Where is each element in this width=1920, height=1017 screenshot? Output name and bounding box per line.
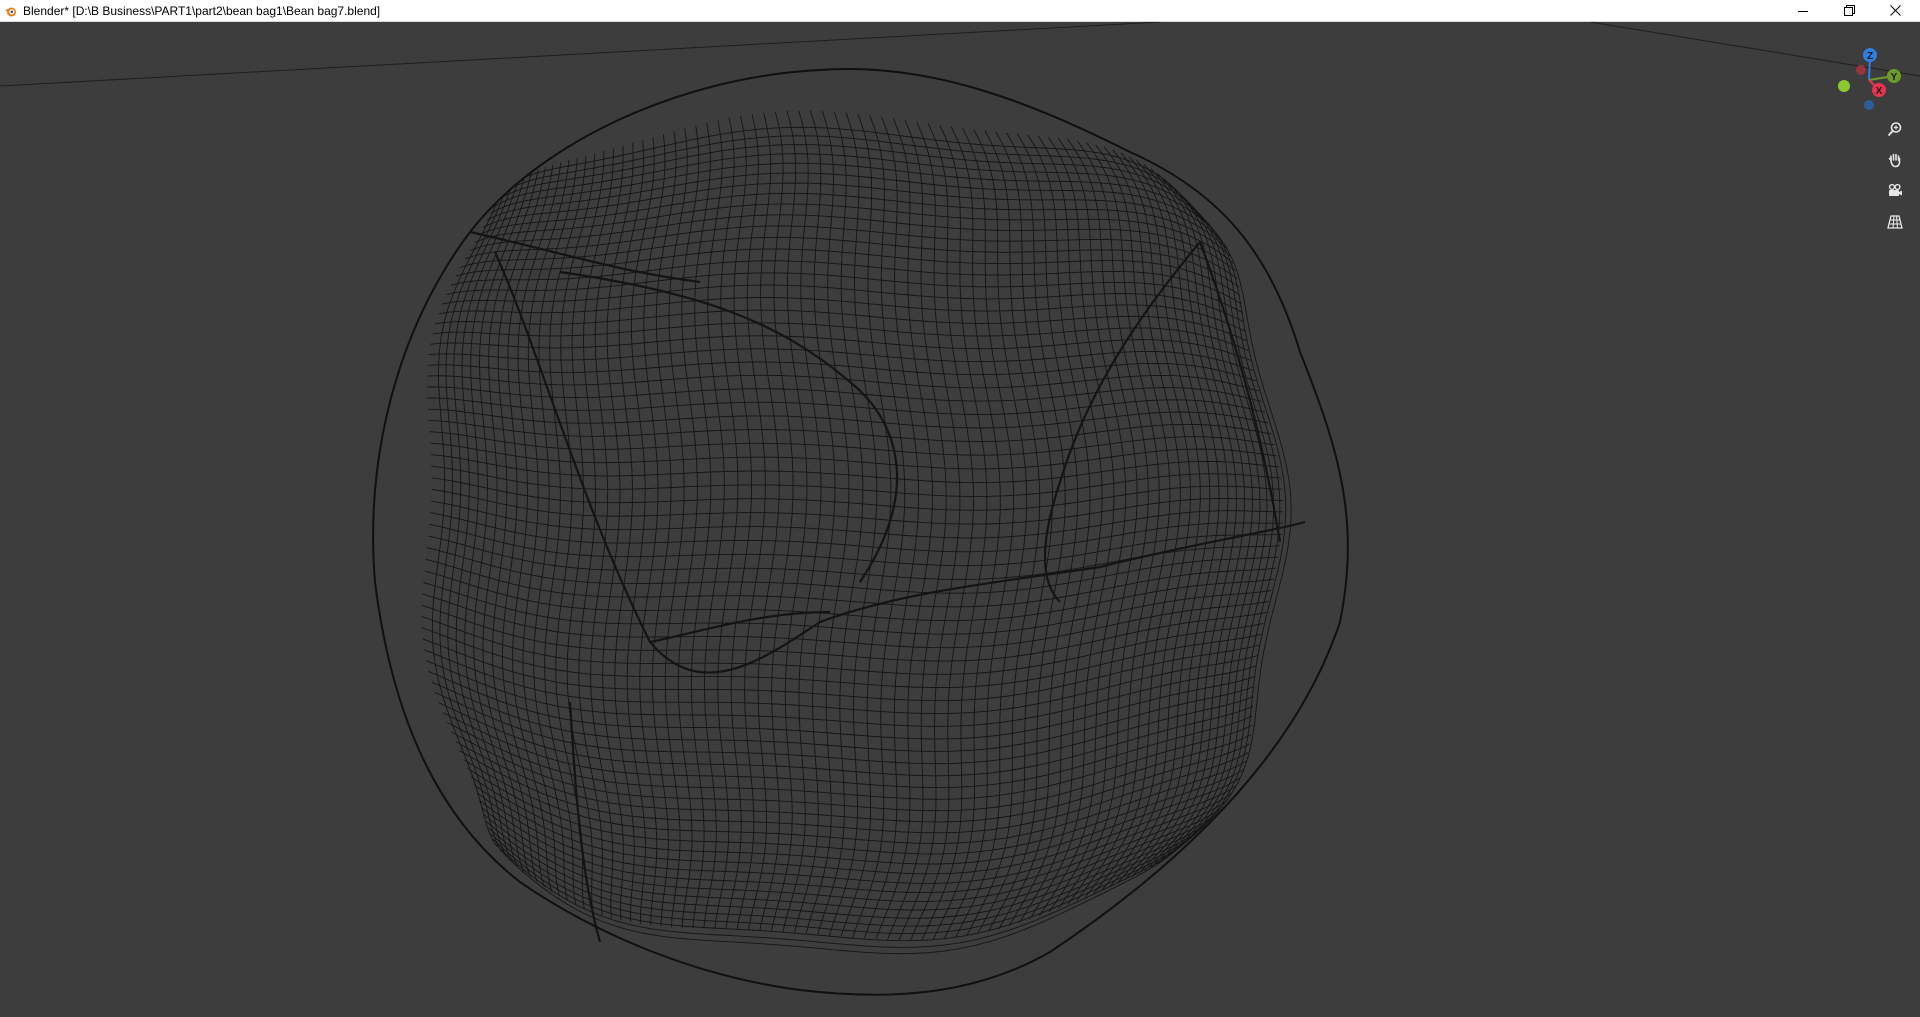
mesh-edge-column xyxy=(677,125,700,928)
grid-icon xyxy=(1887,215,1903,229)
mesh-edge-row xyxy=(427,361,1256,382)
mesh-edge-row xyxy=(423,581,1272,635)
mesh-edge-row xyxy=(479,192,1231,257)
close-icon xyxy=(1889,5,1901,16)
mesh-edge-row xyxy=(431,465,1281,497)
mesh-edge-row xyxy=(488,825,1205,927)
mesh-edge-row xyxy=(442,712,1253,789)
mesh-edge-column xyxy=(864,116,920,939)
wireframe-scene xyxy=(0,22,1920,996)
pan-button[interactable] xyxy=(1882,147,1908,173)
z-neg-axis-dot[interactable] xyxy=(1864,100,1874,110)
minimize-button[interactable] xyxy=(1780,0,1826,21)
mesh-edge-column xyxy=(794,110,836,933)
close-button[interactable] xyxy=(1872,0,1918,21)
mesh-edge-row xyxy=(469,214,1236,271)
camera-view-button[interactable] xyxy=(1882,178,1908,204)
mesh-edge-column xyxy=(875,118,933,940)
mesh-edge-row xyxy=(432,322,1249,351)
mesh-edge-row xyxy=(490,831,1199,935)
mesh-edge-row xyxy=(421,627,1262,688)
y-axis-label: Y xyxy=(1891,72,1898,83)
mesh-edge-row xyxy=(422,593,1269,649)
mesh-edge-column xyxy=(817,111,864,935)
restore-icon xyxy=(1843,5,1855,16)
mesh-edge-row xyxy=(430,454,1280,484)
zoom-button[interactable] xyxy=(1882,116,1908,142)
mesh-grid xyxy=(421,110,1292,955)
mesh-edge-column xyxy=(805,110,850,934)
mesh-edge-row xyxy=(428,348,1254,371)
mesh-edge-column xyxy=(1076,144,1171,902)
y-neg-axis-dot[interactable] xyxy=(1838,80,1850,92)
mesh-edge-column xyxy=(614,140,644,923)
mesh-edge-column xyxy=(910,123,974,941)
navigation-gizmo[interactable]: Z Y X xyxy=(1820,36,1910,126)
mesh-edge-column xyxy=(932,126,1001,940)
blender-logo-icon xyxy=(5,7,16,17)
title-bar: Blender* [D:\B Business\PART1\part2\bean… xyxy=(0,0,1920,22)
mesh-edge-row xyxy=(474,203,1234,264)
window-title: Blender* [D:\B Business\PART1\part2\bean… xyxy=(23,4,381,18)
restore-button[interactable] xyxy=(1826,0,1872,21)
mesh-edge-row xyxy=(428,419,1272,442)
mesh-edge-row xyxy=(438,702,1254,777)
hand-icon xyxy=(1888,153,1901,168)
mesh-edge-column xyxy=(955,129,1028,938)
x-axis-label: X xyxy=(1876,86,1883,97)
mesh-edge-column xyxy=(770,110,808,931)
3d-viewport[interactable]: Z Y X xyxy=(0,22,1920,1017)
zoom-icon xyxy=(1887,122,1902,137)
floor-line xyxy=(0,22,1161,87)
mesh-edge-column xyxy=(1166,200,1281,858)
mesh-edge-column xyxy=(921,125,988,941)
mesh-edge-row xyxy=(499,135,1202,219)
ortho-toggle-button[interactable] xyxy=(1882,209,1908,235)
mesh-edge-column xyxy=(1138,173,1246,874)
mesh-edge-column xyxy=(736,114,766,930)
camera-icon xyxy=(1888,183,1902,196)
z-axis-label: Z xyxy=(1867,51,1873,62)
mesh-edge-row xyxy=(431,488,1283,525)
mesh-edge-row xyxy=(431,477,1283,511)
mesh-edge-column xyxy=(782,110,822,932)
mesh-edge-column xyxy=(690,122,712,929)
x-neg-axis-dot[interactable] xyxy=(1856,65,1866,75)
mesh-edge-row xyxy=(421,616,1264,675)
minimize-icon xyxy=(1798,10,1808,12)
